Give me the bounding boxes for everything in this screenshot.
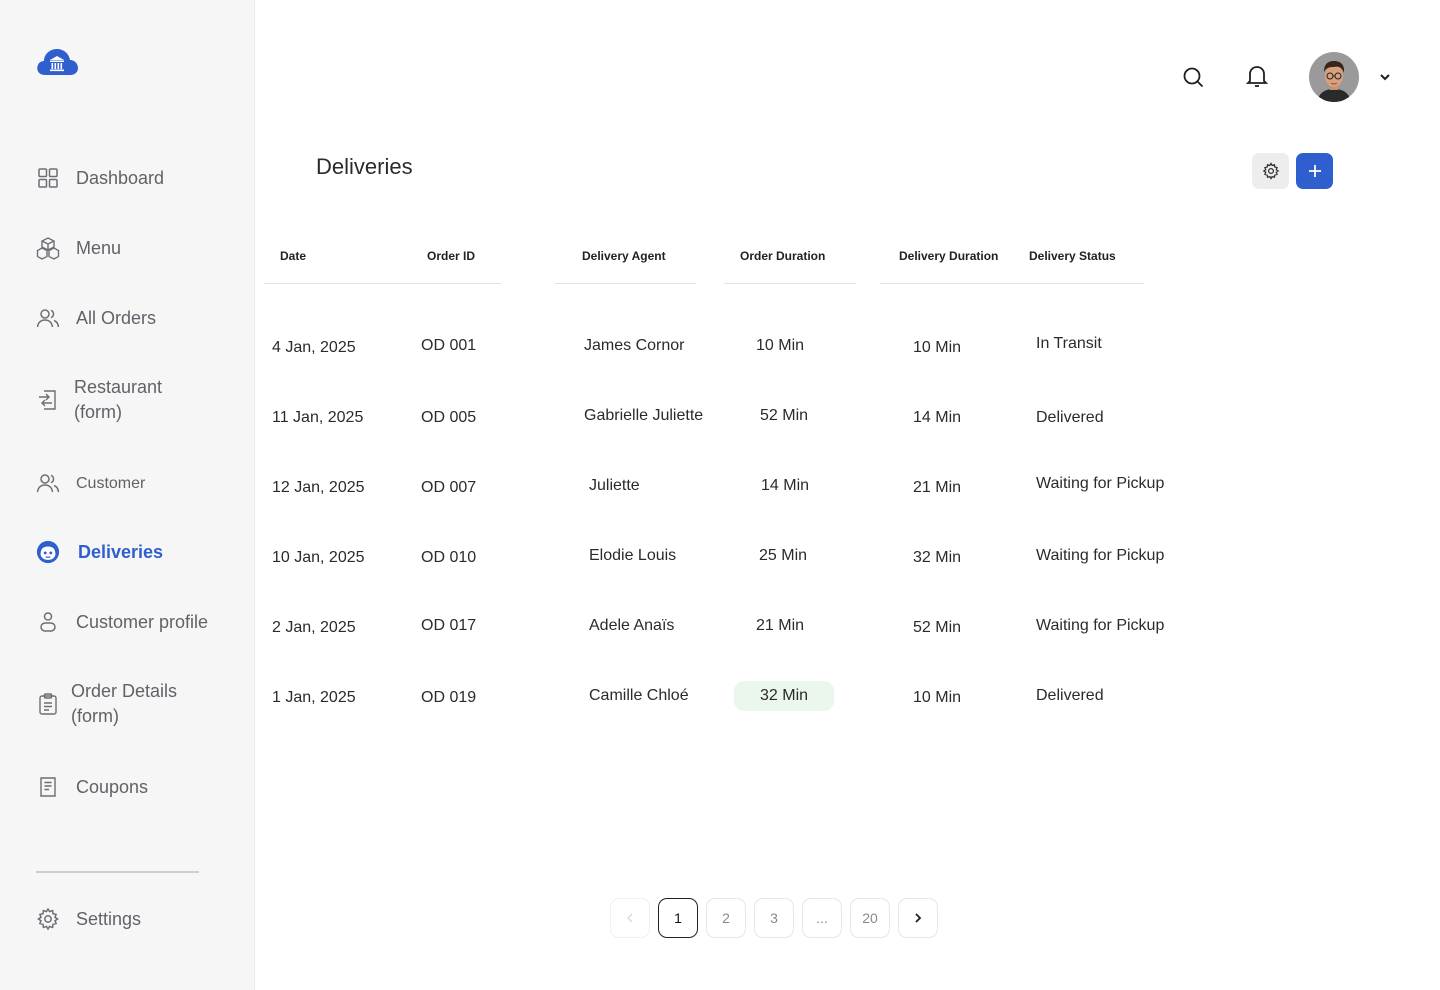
cell-order-id: OD 001 bbox=[421, 337, 477, 354]
cell-order-id: OD 005 bbox=[421, 409, 477, 426]
cell-order-id: OD 010 bbox=[421, 549, 477, 566]
cell-status: Waiting for Pickup bbox=[1036, 547, 1165, 564]
header-divider bbox=[555, 283, 696, 284]
search-icon[interactable] bbox=[1179, 63, 1207, 91]
cell-delivery-duration: 14 Min bbox=[913, 409, 962, 426]
cell-delivery-duration: 21 Min bbox=[913, 479, 962, 496]
sidebar-item-label: Coupons bbox=[76, 776, 149, 797]
sidebar-item-settings[interactable]: Settings bbox=[35, 906, 141, 932]
sidebar-item-label: Dashboard bbox=[76, 167, 165, 188]
bell-icon[interactable] bbox=[1243, 62, 1271, 90]
cell-agent: Adele Anaïs bbox=[589, 617, 675, 634]
person-icon bbox=[35, 609, 61, 635]
sidebar-item-label: Deliveries bbox=[78, 541, 164, 562]
column-header-delivery-agent[interactable]: Delivery Agent bbox=[582, 249, 666, 263]
cell-delivery-duration: 10 Min bbox=[913, 689, 962, 706]
cell-delivery-duration: 32 Min bbox=[913, 549, 962, 566]
plus-icon bbox=[1307, 163, 1323, 179]
sidebar-item-coupons[interactable]: Coupons bbox=[35, 774, 148, 800]
sidebar-item-label: Settings bbox=[76, 908, 142, 929]
cell-order-duration: 10 Min bbox=[756, 337, 805, 354]
cell-order-duration: 21 Min bbox=[756, 617, 805, 634]
pagination-prev-button[interactable] bbox=[610, 898, 650, 938]
column-header-delivery-duration[interactable]: Delivery Duration bbox=[899, 249, 998, 263]
cell-date: 12 Jan, 2025 bbox=[272, 479, 365, 496]
pagination-page-2[interactable]: 2 bbox=[706, 898, 746, 938]
cell-agent: Camille Chloé bbox=[589, 687, 689, 704]
sidebar-item-label: Menu bbox=[76, 237, 122, 258]
cell-date: 1 Jan, 2025 bbox=[272, 689, 356, 706]
add-delivery-button[interactable] bbox=[1296, 153, 1333, 189]
cell-status: Delivered bbox=[1036, 687, 1104, 704]
gear-icon bbox=[1262, 162, 1280, 180]
sidebar-item-label: Customer bbox=[76, 474, 146, 492]
cell-agent: James Cornor bbox=[584, 337, 685, 354]
cell-delivery-duration: 52 Min bbox=[913, 619, 962, 636]
cell-order-id: OD 007 bbox=[421, 479, 477, 496]
cell-order-duration: 14 Min bbox=[761, 477, 810, 494]
pagination-page-3[interactable]: 3 bbox=[754, 898, 794, 938]
boxes-icon bbox=[35, 235, 61, 261]
cell-order-duration: 25 Min bbox=[759, 547, 808, 564]
header-divider bbox=[264, 283, 501, 284]
cell-agent: Elodie Louis bbox=[589, 547, 677, 564]
gear-icon bbox=[35, 906, 61, 932]
cell-agent: Gabrielle Juliette bbox=[584, 407, 704, 424]
column-header-order-id[interactable]: Order ID bbox=[427, 249, 475, 263]
cell-status: In Transit bbox=[1036, 335, 1102, 352]
sidebar-item-label: Order Details (form) bbox=[71, 681, 178, 726]
sidebar-item-menu[interactable]: Menu bbox=[35, 235, 121, 261]
receipt-icon bbox=[35, 774, 61, 800]
sidebar-item-order-details-form[interactable]: Order Details (form) bbox=[35, 679, 201, 729]
header-divider bbox=[880, 283, 1144, 284]
sidebar-item-label: All Orders bbox=[76, 307, 157, 328]
pagination-page-20[interactable]: 20 bbox=[850, 898, 890, 938]
sidebar-item-label: Restaurant (form) bbox=[74, 377, 163, 422]
cell-date: 2 Jan, 2025 bbox=[272, 619, 356, 636]
settings-button[interactable] bbox=[1252, 153, 1289, 189]
sidebar-item-all-orders[interactable]: All Orders bbox=[35, 305, 156, 331]
cloud-bank-logo[interactable] bbox=[35, 46, 79, 78]
cell-order-id: OD 017 bbox=[421, 617, 477, 634]
pagination-ellipsis: ... bbox=[802, 898, 842, 938]
page-title: Deliveries bbox=[316, 154, 413, 179]
pagination-page-1[interactable]: 1 bbox=[658, 898, 698, 938]
column-header-date[interactable]: Date bbox=[280, 249, 306, 263]
transfer-icon bbox=[35, 387, 61, 413]
header-divider bbox=[724, 283, 856, 284]
column-header-delivery-status[interactable]: Delivery Status bbox=[1029, 249, 1116, 263]
cell-status: Waiting for Pickup bbox=[1036, 475, 1165, 492]
chevron-right-icon bbox=[913, 912, 923, 924]
cell-status: Waiting for Pickup bbox=[1036, 617, 1165, 634]
sidebar-item-dashboard[interactable]: Dashboard bbox=[35, 165, 164, 191]
grid-icon bbox=[35, 165, 61, 191]
users-icon bbox=[35, 305, 61, 331]
cell-date: 4 Jan, 2025 bbox=[272, 339, 356, 356]
cell-agent: Juliette bbox=[589, 477, 640, 494]
users-icon bbox=[35, 470, 61, 496]
sidebar-item-label: Customer profile bbox=[76, 611, 209, 632]
cell-date: 11 Jan, 2025 bbox=[272, 409, 364, 426]
sidebar-item-customer-profile[interactable]: Customer profile bbox=[35, 609, 208, 635]
cell-status: Delivered bbox=[1036, 409, 1104, 426]
chevron-left-icon bbox=[625, 912, 635, 924]
sidebar-item-restaurant-form[interactable]: Restaurant (form) bbox=[35, 375, 194, 425]
cell-order-duration: 52 Min bbox=[760, 407, 809, 424]
clipboard-icon bbox=[35, 691, 61, 717]
cell-order-id: OD 019 bbox=[421, 689, 477, 706]
sidebar-item-deliveries[interactable]: Deliveries bbox=[35, 539, 163, 565]
user-avatar[interactable] bbox=[1309, 52, 1359, 102]
cell-order-duration: 32 Min bbox=[760, 687, 809, 704]
pagination-next-button[interactable] bbox=[898, 898, 938, 938]
face-icon bbox=[35, 539, 61, 565]
sidebar: Dashboard Menu All Orders Restaurant (fo… bbox=[0, 0, 255, 990]
column-header-order-duration[interactable]: Order Duration bbox=[740, 249, 825, 263]
sidebar-item-customer[interactable]: Customer bbox=[35, 470, 145, 496]
chevron-down-icon[interactable] bbox=[1377, 70, 1393, 84]
sidebar-divider bbox=[36, 871, 199, 873]
cell-date: 10 Jan, 2025 bbox=[272, 549, 365, 566]
cell-delivery-duration: 10 Min bbox=[913, 339, 962, 356]
